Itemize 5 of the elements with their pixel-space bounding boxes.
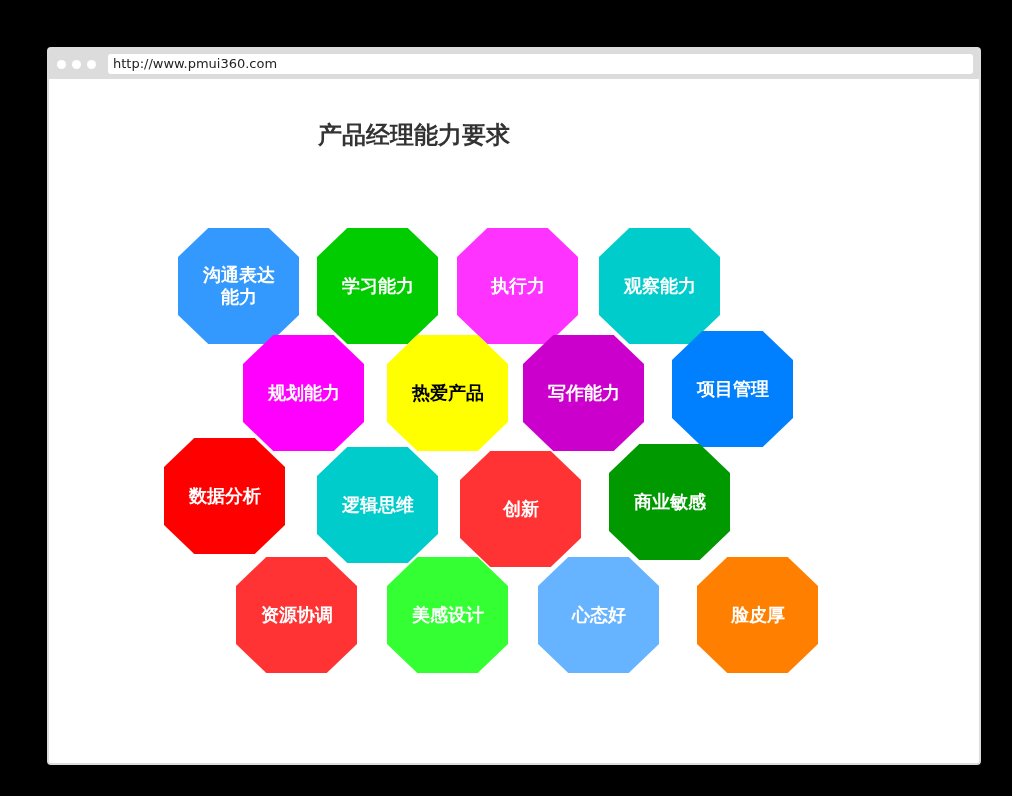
window-dot-icon[interactable]: [57, 59, 66, 69]
address-field[interactable]: http://www.pmui360.com: [108, 54, 973, 74]
page-title: 产品经理能力要求: [318, 121, 510, 150]
window-dot-icon[interactable]: [87, 59, 96, 69]
window-dot-icon[interactable]: [72, 59, 81, 69]
